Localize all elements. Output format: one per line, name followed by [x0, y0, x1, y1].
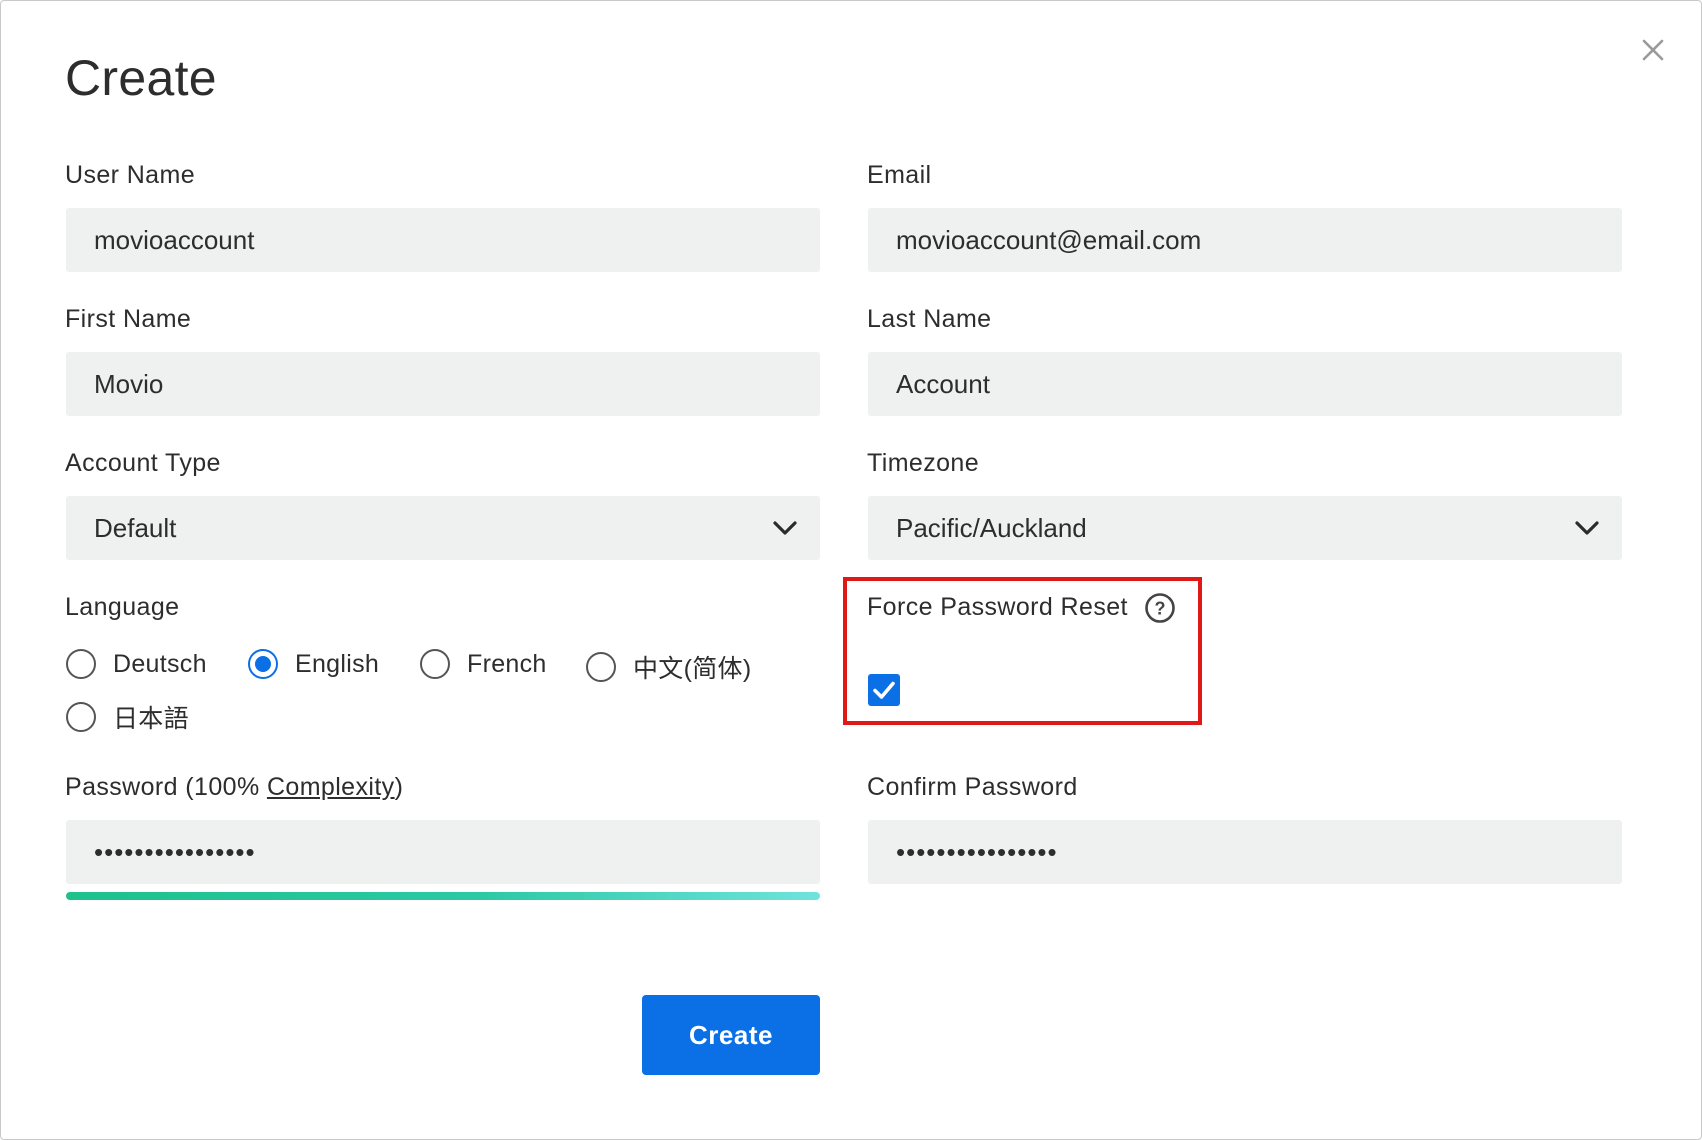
password-value: •••••••••••••••• [94, 837, 256, 867]
radio-circle[interactable] [586, 652, 616, 682]
highlight-annotation-box [843, 577, 1202, 725]
password-label: Password (100% Complexity) [65, 773, 403, 802]
user-name-input[interactable]: movioaccount [66, 208, 820, 272]
first-name-value: Movio [94, 368, 164, 399]
radio-circle[interactable] [66, 649, 96, 679]
close-icon[interactable] [1632, 29, 1674, 71]
complexity-link[interactable]: Complexity [267, 773, 395, 801]
radio-circle[interactable] [66, 702, 96, 732]
language-option-chinese-simplified[interactable]: 中文(简体) [586, 649, 751, 685]
language-option-japanese[interactable]: 日本語 [66, 699, 189, 735]
timezone-value: Pacific/Auckland [896, 512, 1087, 543]
password-label-prefix: Password (100% [65, 773, 267, 801]
radio-circle[interactable] [420, 649, 450, 679]
account-type-label: Account Type [65, 449, 221, 477]
password-label-suffix: ) [394, 773, 404, 801]
email-input[interactable]: movioaccount@email.com [868, 208, 1622, 272]
email-label: Email [867, 161, 932, 189]
dialog-title: Create [65, 50, 217, 106]
language-option-french[interactable]: French [420, 649, 547, 679]
create-button[interactable]: Create [642, 995, 820, 1075]
first-name-input[interactable]: Movio [66, 352, 820, 416]
language-option-label: 日本語 [113, 705, 189, 733]
last-name-value: Account [896, 368, 990, 399]
chevron-down-icon [1575, 521, 1599, 535]
password-strength-bar [66, 892, 820, 900]
last-name-label: Last Name [867, 305, 992, 333]
language-option-english[interactable]: English [248, 649, 379, 679]
language-label: Language [65, 593, 180, 621]
confirm-password-value: •••••••••••••••• [896, 837, 1058, 867]
language-option-label: French [467, 649, 547, 678]
confirm-password-label: Confirm Password [867, 773, 1078, 801]
user-name-label: User Name [65, 161, 196, 189]
create-dialog: Create User Name movioaccount Email movi… [0, 0, 1702, 1140]
account-type-value: Default [94, 512, 177, 543]
language-option-label: Deutsch [113, 649, 207, 678]
user-name-value: movioaccount [94, 224, 255, 255]
timezone-label: Timezone [867, 449, 980, 477]
chevron-down-icon [773, 521, 797, 535]
radio-circle-checked[interactable] [248, 649, 278, 679]
password-input[interactable]: •••••••••••••••• [66, 820, 820, 884]
timezone-select[interactable]: Pacific/Auckland [868, 496, 1622, 560]
last-name-input[interactable]: Account [868, 352, 1622, 416]
language-option-label: English [295, 649, 380, 678]
confirm-password-input[interactable]: •••••••••••••••• [868, 820, 1622, 884]
first-name-label: First Name [65, 305, 192, 333]
account-type-select[interactable]: Default [66, 496, 820, 560]
language-option-label: 中文(简体) [633, 655, 752, 683]
email-value: movioaccount@email.com [896, 224, 1202, 255]
language-option-deutsch[interactable]: Deutsch [66, 649, 207, 679]
